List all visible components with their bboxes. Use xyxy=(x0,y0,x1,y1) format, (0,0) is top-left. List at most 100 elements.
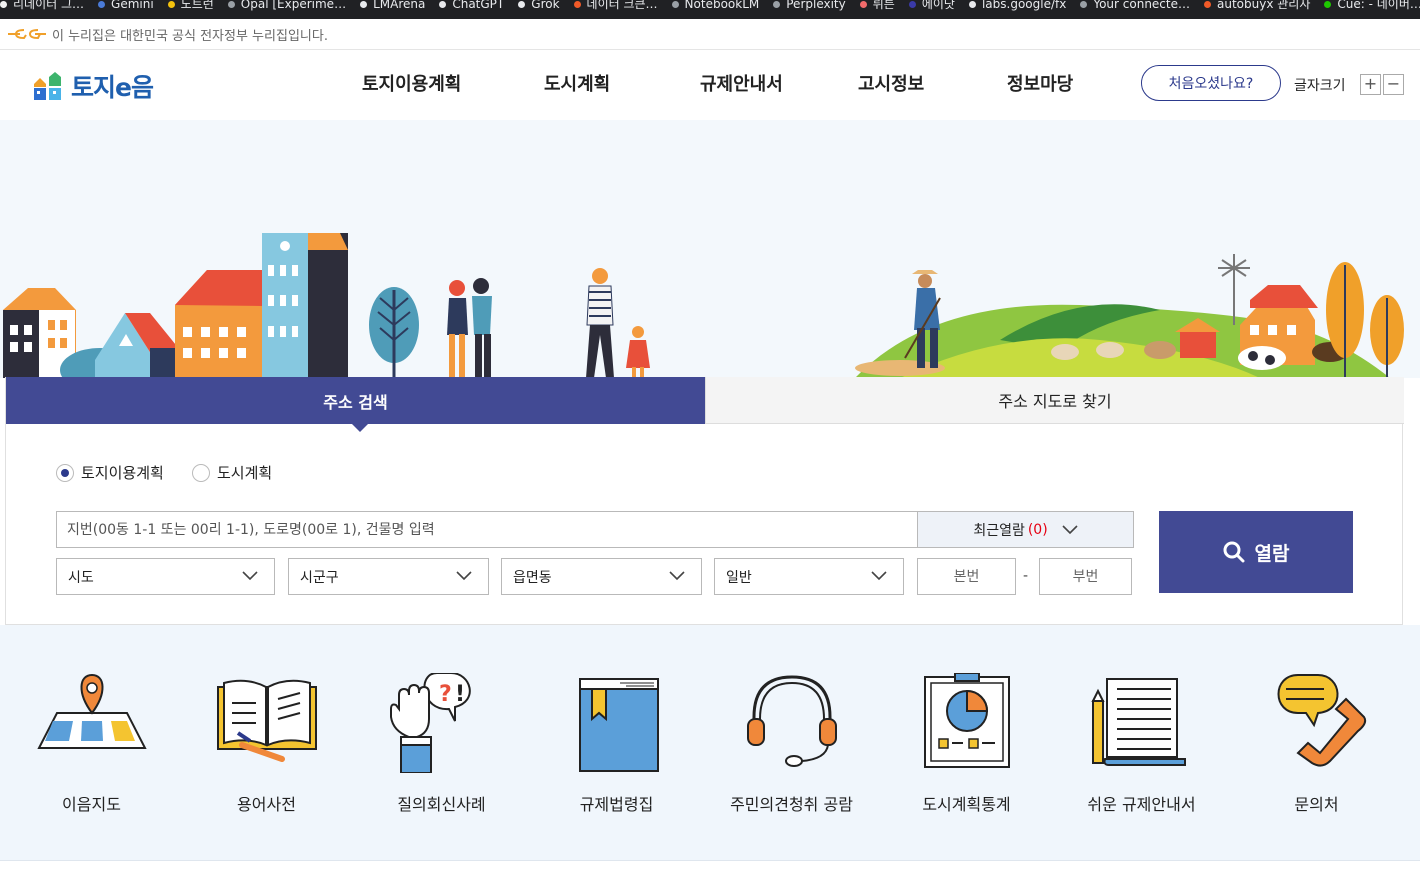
search-icon xyxy=(1223,541,1245,563)
bookmark-favicon-icon xyxy=(98,1,106,8)
quick-item-label: 도시계획통계 xyxy=(922,795,1011,814)
bookmark-item[interactable]: 뤼튼 xyxy=(859,0,895,11)
eupmyeondong-select[interactable]: 읍면동 xyxy=(501,558,702,595)
bookmark-favicon-icon xyxy=(671,1,679,8)
document-pencil-icon xyxy=(1090,678,1186,766)
bookmark-label: autobuyx 관리자 xyxy=(1217,0,1311,11)
phone-chat-icon xyxy=(1277,674,1366,767)
bookmark-favicon-icon xyxy=(167,1,175,8)
radio-urban-label: 도시계획 xyxy=(217,464,273,482)
bookmark-item[interactable]: Cue: - 네이버… xyxy=(1324,0,1420,11)
nav-info-square[interactable]: 정보마당 xyxy=(1007,70,1073,96)
town-and-farm-illustration xyxy=(3,233,1404,378)
bookmark-item[interactable]: Your connecte… xyxy=(1080,0,1190,10)
bookmark-item[interactable]: 데이터 크큰… xyxy=(573,0,658,10)
bookmark-favicon-icon xyxy=(1204,1,1211,8)
bookmark-label: Perplexity xyxy=(786,0,846,11)
eupmyeondong-select-value: 읍면동 xyxy=(513,569,552,586)
quick-item-map[interactable]: 이음지도 xyxy=(4,625,179,861)
nav-notice-info[interactable]: 고시정보 xyxy=(858,70,924,96)
bookmark-label: NotebookLM xyxy=(684,0,760,11)
farm-graphic xyxy=(855,254,1404,378)
quick-item-urban-statistics[interactable]: 도시계획통계 xyxy=(879,625,1054,861)
svg-text:!: ! xyxy=(455,682,465,707)
bookmark-label: Grok xyxy=(531,0,560,11)
address-search-input[interactable] xyxy=(56,511,918,548)
egov-logo-icon xyxy=(8,29,46,40)
buildings-graphic xyxy=(3,233,348,378)
sido-select[interactable]: 시도 xyxy=(56,558,275,595)
bookmark-item[interactable]: NotebookLM xyxy=(671,0,760,11)
bookmark-label: Cue: - 네이버… xyxy=(1337,0,1420,11)
bookmark-item[interactable]: Gemini xyxy=(98,0,154,10)
bookmark-item[interactable]: Opal [Experime… xyxy=(227,0,346,10)
sido-select-value: 시도 xyxy=(68,569,94,586)
bookmark-favicon-icon xyxy=(439,1,447,8)
bookmark-label: 뤼튼 xyxy=(872,0,895,11)
lot-type-select[interactable]: 일반 xyxy=(714,558,904,595)
quick-item-contact[interactable]: 문의처 xyxy=(1229,625,1404,861)
font-size-label: 글자크기 xyxy=(1294,78,1346,94)
quick-item-label: 용어사전 xyxy=(237,795,296,814)
bookmark-item[interactable]: LMArena xyxy=(360,0,425,10)
radio-checked-icon xyxy=(56,463,74,482)
quick-item-label: 쉬운 규제안내서 xyxy=(1087,795,1196,814)
quick-item-public-hearing[interactable]: 주민의견청취 공람 xyxy=(704,625,879,861)
bookmark-item[interactable]: Perplexity xyxy=(773,0,846,11)
headset-icon xyxy=(746,675,837,767)
site-logo[interactable]: 토지e음 xyxy=(33,68,154,104)
tab-address-search[interactable]: 주소 검색 xyxy=(6,377,705,432)
map-pin-icon xyxy=(36,673,147,749)
recent-views-count: (0) xyxy=(1027,521,1048,538)
bookmark-item[interactable]: Grok xyxy=(518,0,560,11)
quick-item-glossary[interactable]: 용어사전 xyxy=(179,625,354,861)
quick-item-label: 주민의견청취 공람 xyxy=(730,795,853,814)
sub-lot-number-input[interactable] xyxy=(1039,558,1132,595)
quick-item-law-book[interactable]: 규제법령집 xyxy=(529,625,704,861)
bookmark-item[interactable]: 리데이터 그… xyxy=(0,0,85,11)
view-button[interactable]: 열람 xyxy=(1159,511,1353,593)
bookmark-item[interactable]: 노트런 xyxy=(167,0,214,11)
chevron-down-icon xyxy=(669,571,685,581)
bookmark-label: 리데이터 그… xyxy=(13,0,85,11)
bookmark-label: 에이닷 xyxy=(921,0,955,11)
bookmark-favicon-icon xyxy=(518,1,526,8)
bookmark-favicon-icon xyxy=(773,1,781,8)
quick-item-label: 질의회신사례 xyxy=(397,795,486,814)
gov-banner-text: 이 누리집은 대한민국 공식 전자정부 누리집입니다. xyxy=(52,28,328,44)
bookmark-item[interactable]: 에이닷 xyxy=(908,0,955,11)
nav-urban-plan[interactable]: 도시계획 xyxy=(544,70,610,96)
recent-views-dropdown[interactable]: 최근열람 (0) xyxy=(917,511,1134,548)
gov-banner: 이 누리집은 대한민국 공식 전자정부 누리집입니다. xyxy=(0,19,1420,50)
quick-item-qa-cases[interactable]: ? ! 질의회신사례 xyxy=(354,625,529,861)
bookmark-item[interactable]: ChatGPT xyxy=(439,0,504,10)
font-increase-button[interactable]: + xyxy=(1360,74,1381,95)
lot-number-dash: - xyxy=(1023,568,1029,584)
quick-item-easy-guide[interactable]: 쉬운 규제안내서 xyxy=(1054,625,1229,861)
address-search-panel: 주소 검색 주소 지도로 찾기 토지이용계획 도시계획 최근열람 (0) 시도 … xyxy=(5,377,1404,625)
recent-views-label: 최근열람 xyxy=(973,522,1025,539)
sigungu-select[interactable]: 시군구 xyxy=(288,558,489,595)
bookmark-label: 노트런 xyxy=(180,0,214,11)
bookmarks-bar: 리데이터 그… Gemini 노트런 Opal [Experime… LMArena Ch… xyxy=(0,0,1420,19)
hero-illustration xyxy=(0,120,1420,378)
chevron-down-icon xyxy=(456,571,472,581)
bookmark-item[interactable]: autobuyx 관리자 xyxy=(1204,0,1311,11)
chevron-down-icon xyxy=(871,571,887,581)
bookmark-favicon-icon xyxy=(0,1,7,8)
bookmark-item[interactable]: labs.google/fx xyxy=(968,0,1066,10)
radio-urban-plan[interactable]: 도시계획 xyxy=(192,462,272,483)
bookmark-favicon-icon xyxy=(1080,1,1088,8)
tab-map-search[interactable]: 주소 지도로 찾기 xyxy=(705,377,1404,424)
quick-item-label: 규제법령집 xyxy=(579,795,654,814)
main-lot-number-input[interactable] xyxy=(917,558,1016,595)
font-decrease-button[interactable]: − xyxy=(1383,74,1404,95)
radio-land-use-plan[interactable]: 토지이용계획 xyxy=(56,462,164,483)
nav-land-use-plan[interactable]: 토지이용계획 xyxy=(362,70,461,96)
sigungu-select-value: 시군구 xyxy=(300,569,339,586)
quick-item-label: 이음지도 xyxy=(62,795,121,814)
first-visit-button[interactable]: 처음오셨나요? xyxy=(1141,65,1281,101)
nav-regulation-guide[interactable]: 규제안내서 xyxy=(700,70,783,96)
chevron-down-icon xyxy=(1062,524,1078,534)
logo-houses-icon xyxy=(34,72,61,100)
